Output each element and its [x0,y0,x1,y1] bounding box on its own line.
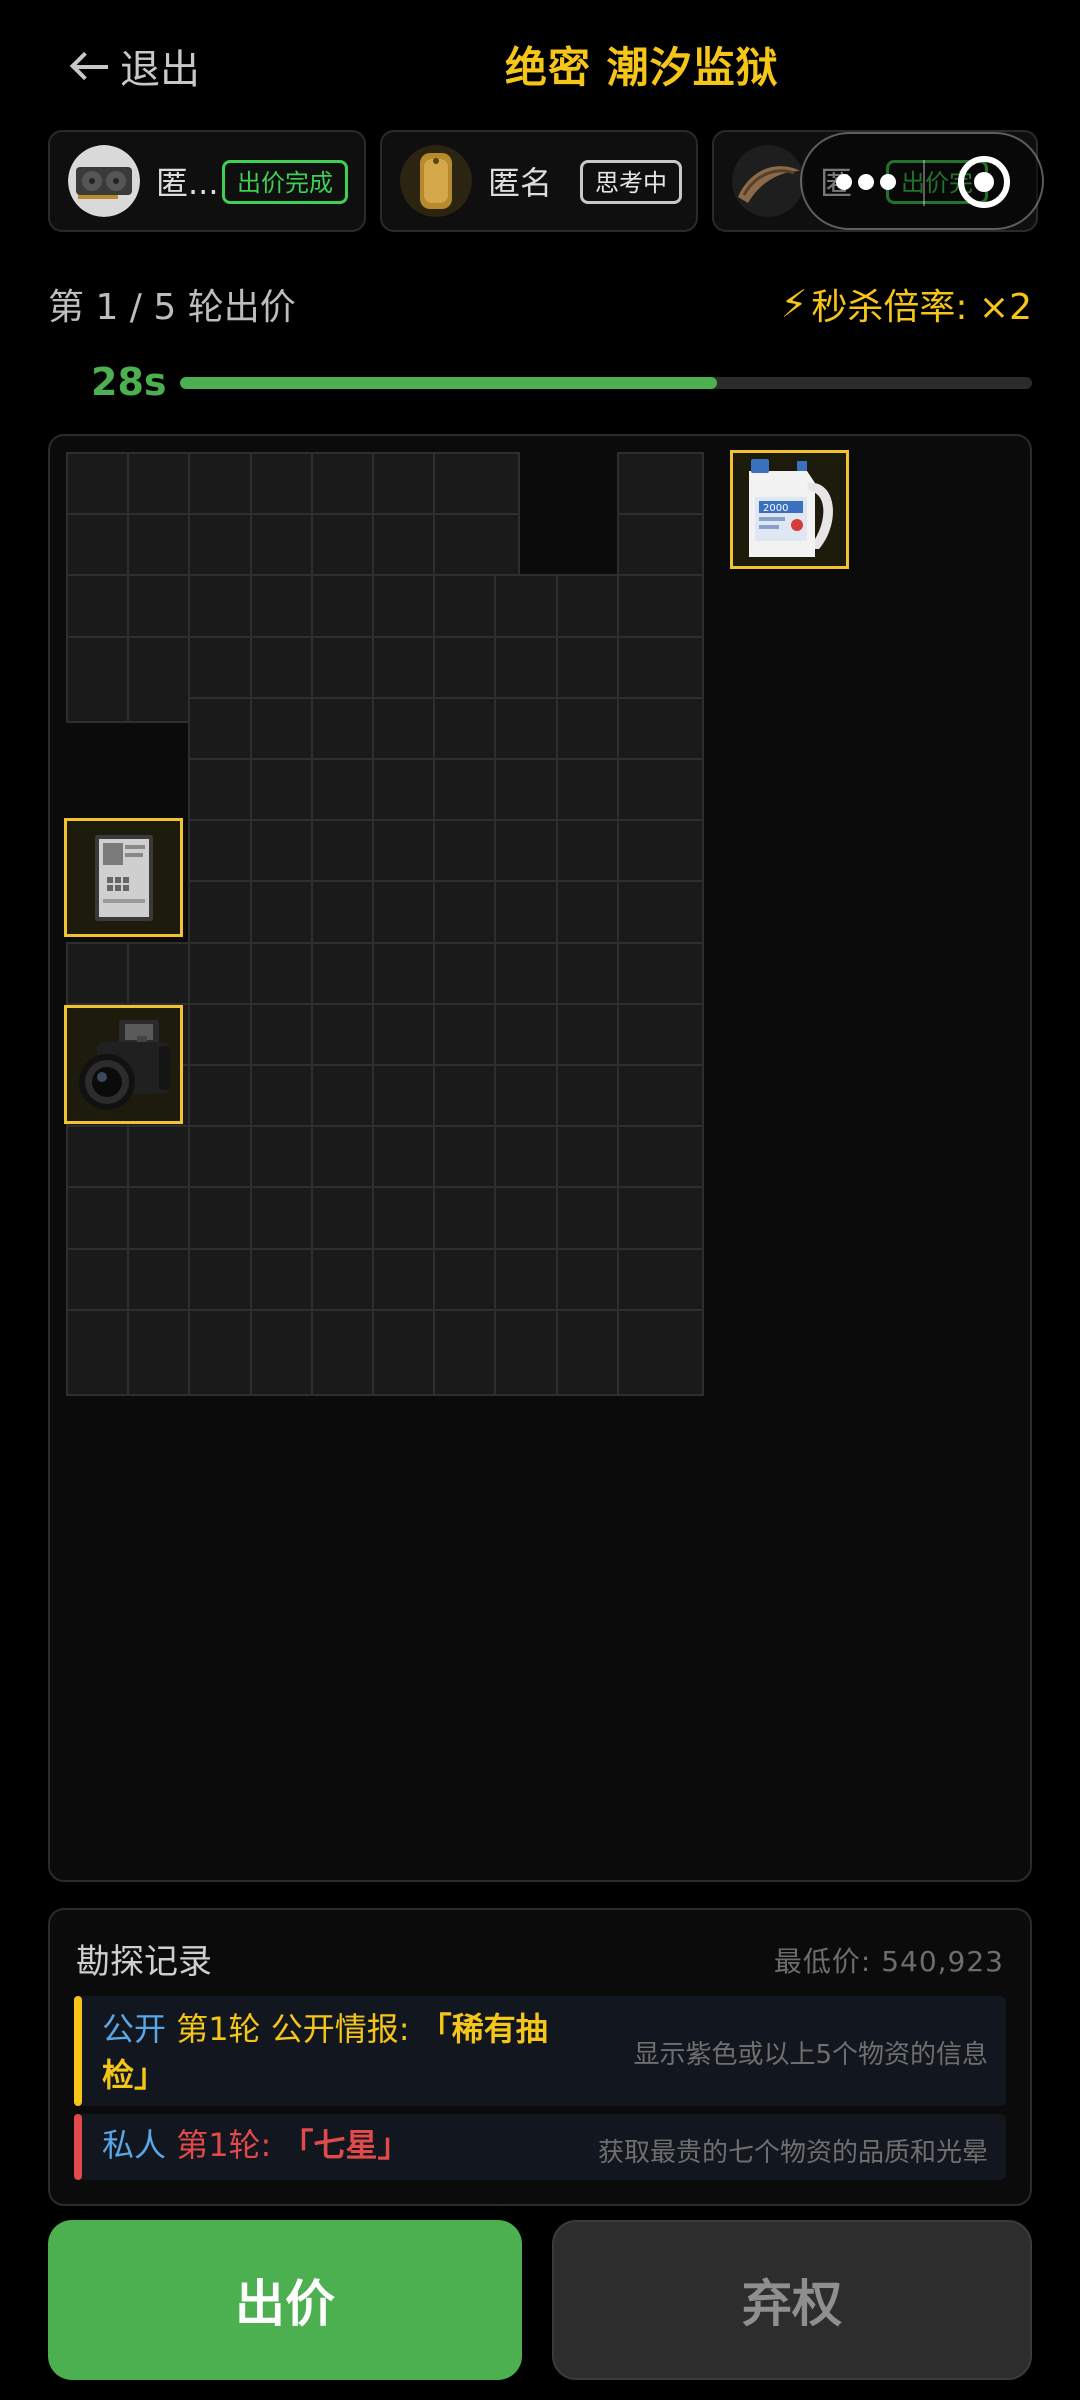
exit-button[interactable]: 退出 [70,34,200,98]
page-title: 绝密 潮汐监狱 [505,43,779,92]
record-text: 私人 第1轮: 「七星」 [102,2122,410,2168]
horn-avatar [732,145,804,217]
status-badge: 出价完成 [222,160,348,204]
header: 退出 绝密 潮汐监狱 [0,0,1080,130]
player-name: 匿名 [488,164,553,202]
player-name: 匿... [156,164,219,202]
svg-text:2000: 2000 [763,503,788,514]
exit-label: 退出 [120,47,200,93]
lightning-icon: ⚡ [780,282,808,326]
record-marker [74,1996,82,2106]
pass-button[interactable]: 弃权 [552,2220,1032,2380]
exploration-records: 勘探记录 最低价: 540,923 公开 第1轮 公开情报: 「稀有抽检」 显示… [48,1908,1032,2206]
record-marker [74,2114,82,2180]
record-desc: 显示紫色或以上5个物资的信息 [633,2040,988,2070]
player-card[interactable]: 匿... 出价完成 [48,130,366,232]
record-round: 第1轮 [176,2010,261,2048]
miniprogram-capsule [800,132,1044,230]
grid-cell[interactable] [616,1308,704,1396]
record-scope: 私人 [102,2126,167,2164]
document-folder-item[interactable] [64,818,183,937]
record-highlight: 「七星」 [281,2126,410,2164]
water-jug-item[interactable]: 2000 [730,450,849,569]
back-arrow-icon [70,51,110,81]
kill-rate: ⚡ 秒杀倍率: ×2 [781,278,1032,330]
player-card[interactable]: 匿名 思考中 [380,130,698,232]
record-intel-label: 公开情报: [270,2010,410,2048]
countdown-timer: 28s [91,360,167,404]
status-badge: 思考中 [580,160,682,204]
graphics-card-avatar [68,145,140,217]
round-label: 第 1 / 5 轮出价 [48,287,296,328]
capsule-divider [923,160,925,206]
camera-item[interactable] [64,1005,183,1124]
record-scope: 公开 [102,2010,167,2048]
countdown-progress-fill [180,377,717,389]
countdown-progress-bar [180,377,1032,389]
record-text: 公开 第1轮 公开情报: 「稀有抽检」 [102,2006,572,2098]
inventory-grid: 2000 [48,434,1032,1882]
close-target-icon[interactable] [958,156,1010,208]
records-title: 勘探记录 [76,1942,212,1982]
record-desc: 获取最贵的七个物资的品质和光晕 [597,2138,988,2168]
gold-tag-avatar [400,145,472,217]
min-price: 最低价: 540,923 [773,1945,1004,1978]
bid-button[interactable]: 出价 [48,2220,522,2380]
record-item: 私人 第1轮: 「七星」 获取最贵的七个物资的品质和光晕 [74,2114,1006,2180]
more-icon[interactable] [836,172,896,192]
record-round: 第1轮: [176,2126,272,2164]
record-item: 公开 第1轮 公开情报: 「稀有抽检」 显示紫色或以上5个物资的信息 [74,1996,1006,2106]
kill-rate-label: 秒杀倍率: ×2 [811,287,1032,328]
